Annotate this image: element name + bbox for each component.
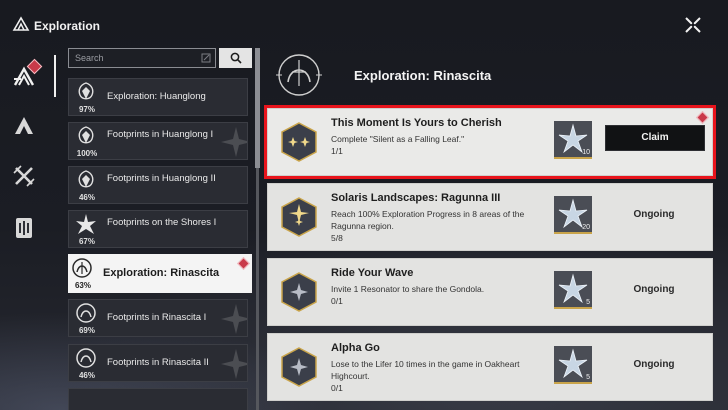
- close-icon: [685, 17, 701, 33]
- task-title: Ride Your Wave: [331, 267, 414, 279]
- area-percent: 69%: [78, 326, 95, 335]
- task-description-text: Complete "Silent as a Falling Leaf.": [331, 134, 465, 144]
- task-progress: 5/8: [331, 233, 343, 243]
- search-button[interactable]: [219, 48, 252, 68]
- area-percent: 67%: [78, 237, 95, 246]
- area-percent: 46%: [78, 193, 95, 202]
- compass-watermark-icon: [221, 304, 247, 334]
- reward-item[interactable]: 10: [554, 121, 592, 159]
- panel-header: Exploration: Rinascita: [262, 46, 720, 102]
- app-title: Exploration: [34, 19, 101, 33]
- area-item[interactable]: 69% Footprints in Rinascita I: [68, 299, 248, 337]
- dragon-emblem-icon: [78, 170, 94, 188]
- dragon-emblem-icon: [78, 82, 94, 100]
- task-title: Solaris Landscapes: Ragunna III: [331, 192, 501, 204]
- area-name: Footprints in Rinascita I: [107, 312, 207, 323]
- area-percent: 63%: [74, 281, 91, 290]
- area-item[interactable]: 46% Footprints in Rinascita II: [68, 344, 248, 382]
- reward-count: 5: [586, 374, 590, 381]
- task-description-text: Lose to the Lifer 10 times in the game i…: [331, 359, 520, 381]
- reward-item[interactable]: 20: [554, 196, 592, 234]
- edit-icon: [201, 53, 211, 63]
- area-name: Footprints in Huanglong I: [107, 129, 214, 140]
- dragon-emblem-icon: [78, 126, 94, 144]
- area-name: Footprints in Huanglong II: [107, 173, 216, 184]
- search-placeholder: Search: [75, 53, 104, 63]
- task-progress: 1/1: [331, 146, 343, 156]
- status-label: Ongoing: [633, 359, 675, 370]
- panel-title: Exploration: Rinascita: [354, 68, 492, 83]
- star-flower-emblem-icon: [76, 214, 96, 234]
- task-description: Reach 100% Exploration Progress in 8 are…: [331, 208, 541, 244]
- claim-button[interactable]: Claim: [605, 125, 705, 151]
- area-name: Footprints on the Shores I: [107, 217, 217, 228]
- reward-count: 5: [586, 299, 590, 306]
- area-percent: 46%: [78, 371, 95, 380]
- rail-active-indicator: [54, 55, 56, 97]
- task-card: Alpha Go Lose to the Lifer 10 times in t…: [267, 333, 713, 401]
- area-notification-badge: [237, 257, 250, 270]
- search-input[interactable]: Search: [68, 48, 216, 68]
- task-description: Invite 1 Resonator to share the Gondola.…: [331, 283, 541, 307]
- rail-item-records[interactable]: [6, 210, 42, 246]
- area-item[interactable]: 67% Footprints on the Shores I: [68, 210, 248, 248]
- rinascita-crest-icon: [276, 54, 322, 96]
- reward-count: 10: [582, 149, 590, 156]
- reward-item[interactable]: 5: [554, 346, 592, 384]
- claim-notification-badge: [696, 111, 709, 124]
- task-title: This Moment Is Yours to Cherish: [331, 117, 502, 129]
- rail-item-combat[interactable]: [6, 158, 42, 194]
- peak-icon: [15, 117, 33, 134]
- category-rail: [0, 50, 58, 410]
- crossed-swords-icon: [13, 165, 35, 187]
- area-name: Exploration: Rinascita: [103, 267, 220, 279]
- task-hexagon-icon: [281, 272, 317, 312]
- area-percent: 100%: [76, 149, 98, 158]
- close-button[interactable]: [680, 12, 706, 38]
- task-progress: 0/1: [331, 296, 343, 306]
- task-description-text: Invite 1 Resonator to share the Gondola.: [331, 284, 485, 294]
- area-item-selected[interactable]: 63% Exploration: Rinascita: [68, 254, 252, 293]
- task-hexagon-icon: [281, 347, 317, 387]
- list-scrollbar-thumb[interactable]: [255, 48, 260, 168]
- area-name: Footprints in Rinascita II: [107, 357, 209, 368]
- records-icon: [16, 218, 32, 238]
- task-hexagon-icon: [281, 197, 317, 237]
- reward-count: 20: [582, 224, 590, 231]
- task-card[interactable]: This Moment Is Yours to Cherish Complete…: [264, 105, 716, 179]
- area-list: 97% Exploration: Huanglong 100% Footprin…: [68, 78, 252, 410]
- task-description-text: Reach 100% Exploration Progress in 8 are…: [331, 209, 525, 231]
- task-title: Alpha Go: [331, 342, 380, 354]
- rinascita-emblem-icon: [76, 303, 96, 323]
- task-description: Complete "Silent as a Falling Leaf." 1/1: [331, 133, 541, 157]
- status-label: Ongoing: [633, 209, 675, 220]
- task-card: Solaris Landscapes: Ragunna III Reach 10…: [267, 183, 713, 251]
- search-icon: [230, 52, 242, 64]
- compass-watermark-icon: [221, 349, 247, 379]
- status-label: Ongoing: [633, 284, 675, 295]
- task-hexagon-icon: [281, 122, 317, 162]
- area-item[interactable]: 100% Footprints in Huanglong I: [68, 122, 248, 160]
- task-card: Ride Your Wave Invite 1 Resonator to sha…: [267, 258, 713, 326]
- area-percent: 97%: [78, 105, 95, 114]
- area-item-partial[interactable]: [68, 388, 248, 410]
- task-panel: Exploration: Rinascita This Moment Is Yo…: [262, 46, 720, 410]
- area-name: Exploration: Huanglong: [107, 91, 206, 102]
- rinascita-emblem-icon: [72, 258, 92, 278]
- area-item[interactable]: 46% Footprints in Huanglong II: [68, 166, 248, 204]
- rinascita-emblem-icon: [76, 348, 96, 368]
- compass-watermark-icon: [221, 127, 247, 157]
- area-item[interactable]: 97% Exploration: Huanglong: [68, 78, 248, 116]
- reward-item[interactable]: 5: [554, 271, 592, 309]
- exploration-logo-icon: [12, 16, 30, 31]
- top-bar: Exploration: [0, 0, 728, 48]
- task-progress: 0/1: [331, 383, 343, 393]
- task-description: Lose to the Lifer 10 times in the game i…: [331, 358, 541, 394]
- rail-item-peaks[interactable]: [6, 108, 42, 144]
